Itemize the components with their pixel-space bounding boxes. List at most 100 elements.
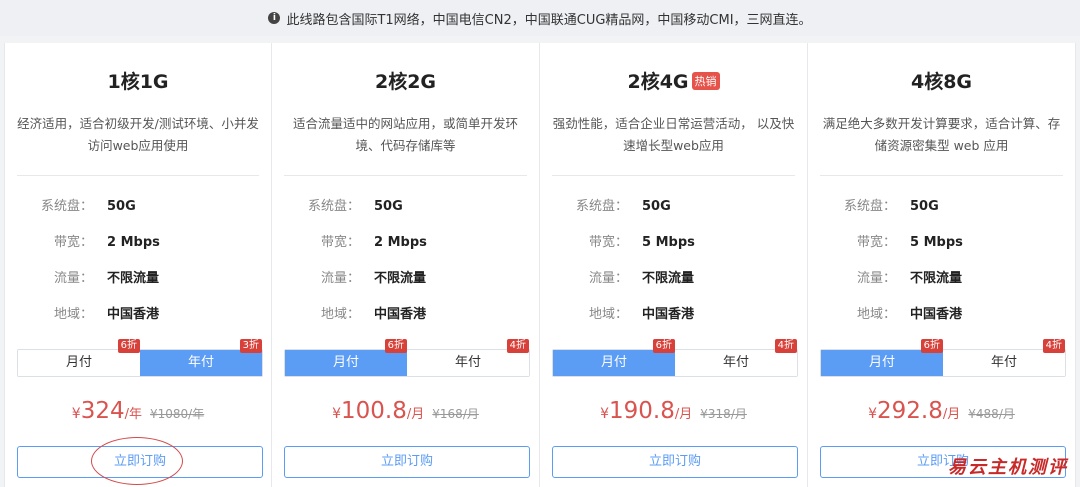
spec-row-traffic: 流量： 不限流量 <box>5 270 271 306</box>
monthly-option[interactable]: 月付 6折 <box>553 339 675 376</box>
yearly-option[interactable]: 年付 4折 <box>675 339 797 376</box>
spec-label: 带宽： <box>53 235 93 250</box>
yearly-option[interactable]: 年付 4折 <box>943 339 1065 376</box>
plan-title: 2核4G 热销 <box>540 67 807 94</box>
plan-title: 1核1G <box>107 71 169 93</box>
spec-value: 50G <box>107 199 136 214</box>
spec-row-region: 地域： 中国香港 <box>540 306 807 342</box>
hot-badge: 热销 <box>691 72 720 90</box>
plan-title: 2核2G <box>374 71 437 93</box>
billing-toggle: 月付 6折 年付 4折 <box>284 339 530 377</box>
original-price: ¥488/月 <box>968 407 1015 421</box>
spec-list: 系统盘： 50G 带宽： 2 Mbps 流量： 不限流量 地域： 中国香港 <box>5 198 271 342</box>
buy-button[interactable]: 立即订购 <box>284 446 530 478</box>
plan-title: 4核8G <box>910 71 973 93</box>
yearly-option[interactable]: 年付 3折 <box>140 339 262 376</box>
discount-badge: 6折 <box>652 339 675 353</box>
spec-value: 50G <box>374 199 403 214</box>
price-unit: /月 <box>674 407 693 422</box>
spec-list: 系统盘： 50G 带宽： 2 Mbps 流量： 不限流量 地域： 中国香港 <box>272 198 539 342</box>
spec-value: 不限流量 <box>374 271 427 286</box>
spec-value: 2 Mbps <box>374 235 427 250</box>
plan-card: 4核8G 满足绝大多数开发计算要求，适合计算、存储资源密集型 web 应用 系统… <box>808 43 1076 487</box>
spec-row-region: 地域： 中国香港 <box>272 306 539 342</box>
monthly-option[interactable]: 月付 6折 <box>821 339 943 376</box>
discount-badge: 6折 <box>117 339 140 353</box>
spec-list: 系统盘： 50G 带宽： 5 Mbps 流量： 不限流量 地域： 中国香港 <box>540 198 807 342</box>
price-amount: 324 <box>80 398 125 424</box>
original-price: ¥168/月 <box>432 407 479 421</box>
monthly-option[interactable]: 月付 6折 <box>18 339 140 376</box>
price: ¥190.8/月 ¥318/月 <box>540 398 807 424</box>
plan-card: 2核4G 热销 强劲性能，适合企业日常运营活动， 以及快速增长型web应用 系统盘… <box>540 43 808 487</box>
spec-value: 中国香港 <box>642 307 695 322</box>
price-currency: ¥ <box>868 406 878 422</box>
spec-value: 50G <box>642 199 671 214</box>
monthly-option[interactable]: 月付 6折 <box>285 339 407 376</box>
spec-label: 带宽： <box>320 235 360 250</box>
plan-description: 经济适用，适合初级开发/测试环境、小并发访问web应用使用 <box>17 116 259 153</box>
spec-value: 5 Mbps <box>642 235 695 250</box>
original-price: ¥318/月 <box>700 407 747 421</box>
spec-label: 地域： <box>588 307 628 322</box>
spec-label: 流量： <box>588 271 628 286</box>
highlight-circle <box>91 437 183 485</box>
spec-row-disk: 系统盘： 50G <box>540 198 807 234</box>
divider <box>17 175 259 176</box>
spec-row-bandwidth: 带宽： 2 Mbps <box>272 234 539 270</box>
spec-value: 中国香港 <box>374 307 427 322</box>
discount-badge: 4折 <box>774 339 797 353</box>
spec-value: 中国香港 <box>107 307 160 322</box>
price-currency: ¥ <box>332 406 342 422</box>
plan-description: 满足绝大多数开发计算要求，适合计算、存储资源密集型 web 应用 <box>822 116 1061 153</box>
spec-row-bandwidth: 带宽： 5 Mbps <box>540 234 807 270</box>
spec-value: 2 Mbps <box>107 235 160 250</box>
discount-badge: 4折 <box>506 339 529 353</box>
spec-row-bandwidth: 带宽： 2 Mbps <box>5 234 271 270</box>
spec-value: 不限流量 <box>642 271 695 286</box>
plan-description: 强劲性能，适合企业日常运营活动， 以及快速增长型web应用 <box>552 116 795 153</box>
spec-label: 带宽： <box>856 235 896 250</box>
spec-label: 地域： <box>856 307 896 322</box>
spec-label: 流量： <box>320 271 360 286</box>
watermark: 易云主机测评 <box>948 457 1068 478</box>
price: ¥292.8/月 ¥488/月 <box>808 398 1075 424</box>
spec-value: 50G <box>910 199 939 214</box>
spec-value: 不限流量 <box>107 271 160 286</box>
spec-label: 系统盘： <box>307 199 360 214</box>
price-amount: 100.8 <box>341 398 407 424</box>
spec-label: 流量： <box>53 271 93 286</box>
divider <box>552 175 795 176</box>
info-icon: i <box>268 12 281 24</box>
yearly-option[interactable]: 年付 4折 <box>407 339 529 376</box>
discount-badge: 3折 <box>239 339 262 353</box>
spec-value: 不限流量 <box>910 271 963 286</box>
divider <box>820 175 1063 176</box>
spec-row-bandwidth: 带宽： 5 Mbps <box>808 234 1075 270</box>
spec-label: 带宽： <box>588 235 628 250</box>
spec-row-traffic: 流量： 不限流量 <box>540 270 807 306</box>
price-unit: /月 <box>406 407 425 422</box>
spec-row-traffic: 流量： 不限流量 <box>272 270 539 306</box>
discount-badge: 6折 <box>384 339 407 353</box>
price-amount: 190.8 <box>609 398 675 424</box>
plan-card: 1核1G 经济适用，适合初级开发/测试环境、小并发访问web应用使用 系统盘： 5… <box>4 43 272 487</box>
price-unit: /月 <box>942 407 961 422</box>
spec-label: 流量： <box>856 271 896 286</box>
spec-row-disk: 系统盘： 50G <box>808 198 1075 234</box>
spec-label: 系统盘： <box>843 199 896 214</box>
billing-toggle: 月付 6折 年付 4折 <box>552 339 798 377</box>
plan-card: 2核2G 适合流量适中的网站应用，或简单开发环境、代码存储库等 系统盘： 50G … <box>272 43 540 487</box>
spec-row-disk: 系统盘： 50G <box>5 198 271 234</box>
spec-label: 系统盘： <box>575 199 628 214</box>
discount-badge: 6折 <box>920 339 943 353</box>
price-unit: /年 <box>124 407 142 422</box>
billing-toggle: 月付 6折 年付 3折 <box>17 339 263 377</box>
buy-button[interactable]: 立即订购 <box>552 446 798 478</box>
original-price: ¥1080/年 <box>150 407 205 421</box>
spec-row-traffic: 流量： 不限流量 <box>808 270 1075 306</box>
price-amount: 292.8 <box>877 398 943 424</box>
spec-label: 系统盘： <box>40 199 93 214</box>
notice-bar: i 此线路包含国际T1网络，中国电信CN2，中国联通CUG精品网，中国移动CMI… <box>0 0 1080 36</box>
divider <box>284 175 527 176</box>
